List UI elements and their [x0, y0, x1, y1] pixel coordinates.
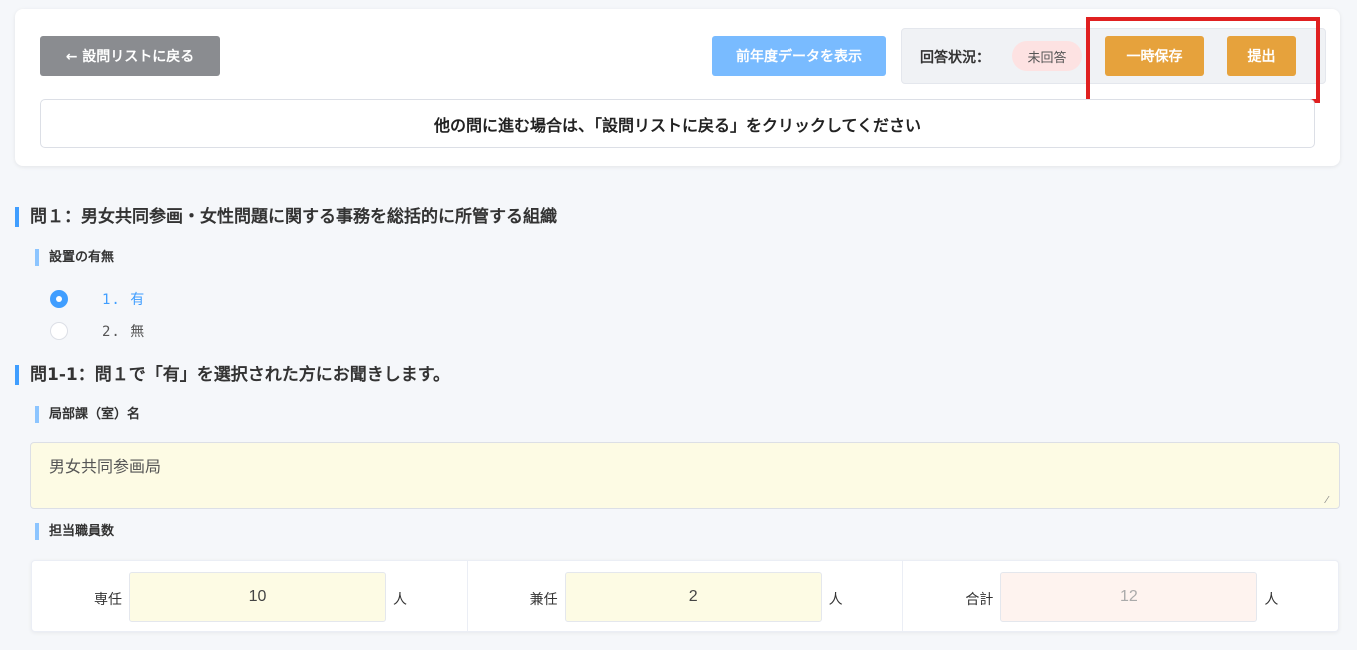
radio-label-no: 2. 無 — [102, 324, 146, 340]
installation-label: 設置の有無 — [35, 249, 114, 266]
department-name-textarea[interactable]: 男女共同参画局 — [30, 442, 1340, 509]
radio-checked-icon[interactable] — [50, 290, 68, 308]
show-prev-year-button[interactable]: 前年度データを表示 — [712, 36, 886, 76]
staff-total-cell: 合計 人 — [903, 561, 1338, 631]
submit-button[interactable]: 提出 — [1227, 36, 1296, 76]
concurrent-label: 兼任 — [529, 592, 558, 608]
staff-count-label: 担当職員数 — [35, 523, 114, 540]
notice-banner: 他の問に進む場合は、「設問リストに戻る」をクリックしてください — [40, 99, 1315, 148]
temp-save-button[interactable]: 一時保存 — [1105, 36, 1204, 76]
staff-count-panel: 専任 人 兼任 人 合計 人 — [31, 560, 1339, 632]
department-label: 局部課（室）名 — [35, 406, 140, 423]
radio-option-yes[interactable]: 1. 有 — [50, 289, 145, 309]
status-badge: 未回答 — [1012, 41, 1082, 71]
concurrent-unit: 人 — [828, 592, 843, 608]
status-label: 回答状況： — [920, 50, 990, 66]
staff-dedicated-cell: 専任 人 — [32, 561, 468, 631]
resize-handle-icon[interactable]: ⁄ — [1326, 496, 1336, 506]
back-to-list-button[interactable]: ← 設問リストに戻る — [40, 36, 220, 76]
concurrent-staff-input[interactable] — [564, 572, 822, 622]
header-card: ← 設問リストに戻る 前年度データを表示 回答状況： 未回答 一時保存 提出 他… — [15, 9, 1340, 166]
question-1-1-title: 問1-1：問１で「有」を選択された方にお聞きします。 — [15, 365, 450, 385]
staff-concurrent-cell: 兼任 人 — [468, 561, 904, 631]
dedicated-label: 専任 — [94, 592, 122, 608]
total-staff-input — [1000, 572, 1258, 622]
total-label: 合計 — [965, 592, 994, 608]
total-unit: 人 — [1264, 592, 1279, 608]
radio-unchecked-icon[interactable] — [50, 322, 68, 340]
dedicated-staff-input[interactable] — [129, 572, 386, 622]
dedicated-unit: 人 — [393, 592, 407, 608]
question-1-title: 問１：男女共同参画・女性問題に関する事務を総括的に所管する組織 — [15, 207, 557, 227]
radio-label-yes: 1. 有 — [102, 292, 146, 308]
radio-option-no[interactable]: 2. 無 — [50, 321, 145, 341]
